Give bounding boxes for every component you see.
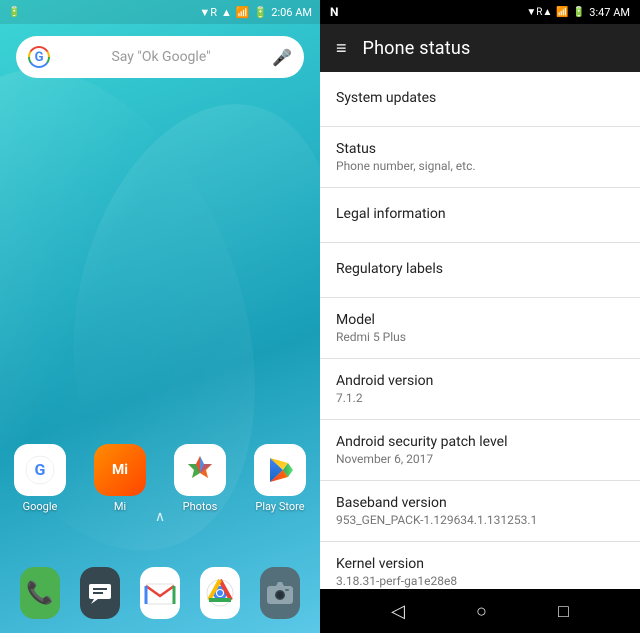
menu-icon[interactable]: ≡ (336, 38, 347, 59)
app-icon-photos[interactable]: Photos (174, 444, 226, 513)
right-status-right: ▼R▲ 📶 🔋 3:47 AM (526, 6, 630, 19)
right-status-left: N (330, 5, 338, 19)
settings-item-title: Regulatory labels (336, 261, 624, 277)
left-status-right: ▼R ▲ 📶 🔋 2:06 AM (199, 6, 312, 19)
settings-item-title: Status (336, 141, 624, 157)
settings-item-title: Kernel version (336, 556, 624, 572)
right-header: ≡ Phone status (320, 24, 640, 72)
app-icon-playstore[interactable]: Play Store (254, 444, 306, 513)
left-time: 2:06 AM (271, 6, 312, 19)
settings-item-subtitle: Phone number, signal, etc. (336, 159, 624, 173)
settings-list: System updates Status Phone number, sign… (320, 72, 640, 589)
bottom-dock: 📞 (0, 567, 320, 619)
app-label-google: Google (23, 500, 58, 513)
settings-item-model[interactable]: Model Redmi 5 Plus (320, 298, 640, 359)
settings-item-title: Model (336, 312, 624, 328)
right-signal-icon: ▼R▲ (526, 7, 552, 18)
dock-chrome[interactable] (200, 567, 240, 619)
dock-messages[interactable] (80, 567, 120, 619)
svg-text:G: G (35, 460, 46, 479)
app-grid: G Google Mi Mi Photos (0, 444, 320, 513)
app-label-photos: Photos (183, 500, 218, 513)
settings-item-legal-info[interactable]: Legal information (320, 188, 640, 243)
right-battery-icon: 🔋 (573, 7, 585, 18)
settings-item-subtitle: 3.18.31-perf-ga1e28e8 (336, 574, 624, 588)
dock-camera[interactable] (260, 567, 300, 619)
settings-item-subtitle: 7.1.2 (336, 391, 624, 405)
left-status-left: 🔋 (8, 7, 20, 18)
settings-item-subtitle: 953_GEN_PACK-1.129634.1.131253.1 (336, 513, 624, 527)
settings-item-regulatory-labels[interactable]: Regulatory labels (320, 243, 640, 298)
settings-item-title: Legal information (336, 206, 624, 222)
app-icon-google[interactable]: G Google (14, 444, 66, 513)
right-panel: N ▼R▲ 📶 🔋 3:47 AM ≡ Phone status System … (320, 0, 640, 633)
settings-item-subtitle: Redmi 5 Plus (336, 330, 624, 344)
search-bar[interactable]: G Say "Ok Google" 🎤 (16, 36, 304, 78)
settings-item-security-patch[interactable]: Android security patch level November 6,… (320, 420, 640, 481)
settings-item-title: Android security patch level (336, 434, 624, 450)
settings-item-android-version[interactable]: Android version 7.1.2 (320, 359, 640, 420)
notification-icon: N (330, 5, 338, 19)
search-placeholder[interactable]: Say "Ok Google" (58, 49, 264, 65)
page-title: Phone status (363, 38, 471, 59)
settings-item-kernel-version[interactable]: Kernel version 3.18.31-perf-ga1e28e8 (320, 542, 640, 589)
right-wifi-icon: 📶 (556, 7, 568, 18)
mi-inner: Mi (94, 444, 146, 496)
app-label-mi: Mi (114, 500, 126, 513)
left-battery-icon: 🔋 (8, 7, 20, 18)
right-status-bar: N ▼R▲ 📶 🔋 3:47 AM (320, 0, 640, 24)
settings-item-title: Android version (336, 373, 624, 389)
settings-item-baseband-version[interactable]: Baseband version 953_GEN_PACK-1.129634.1… (320, 481, 640, 542)
left-panel: 🔋 ▼R ▲ 📶 🔋 2:06 AM G Say "Ok Google" 🎤 ∧… (0, 0, 320, 633)
settings-item-status[interactable]: Status Phone number, signal, etc. (320, 127, 640, 188)
app-label-playstore: Play Store (255, 500, 304, 513)
nav-back-button[interactable]: ◁ (391, 601, 405, 622)
left-signal-icon: ▼R (199, 6, 217, 19)
left-wifi-icon: 📶 (236, 6, 250, 19)
nav-recents-button[interactable]: □ (558, 601, 569, 622)
right-nav-bar: ◁ ○ □ (320, 589, 640, 633)
dock-phone[interactable]: 📞 (20, 567, 60, 619)
settings-item-title: Baseband version (336, 495, 624, 511)
right-time: 3:47 AM (589, 6, 630, 19)
app-icon-mi[interactable]: Mi Mi (94, 444, 146, 513)
dock-gmail[interactable] (140, 567, 180, 619)
mic-icon[interactable]: 🎤 (272, 48, 292, 67)
settings-item-title: System updates (336, 90, 624, 106)
google-logo: G (28, 46, 50, 68)
left-battery-text-icon: 🔋 (254, 6, 268, 19)
left-status-bar: 🔋 ▼R ▲ 📶 🔋 2:06 AM (0, 0, 320, 24)
left-bars-icon: ▲ (221, 6, 232, 19)
nav-home-button[interactable]: ○ (476, 601, 487, 622)
settings-item-subtitle: November 6, 2017 (336, 452, 624, 466)
settings-item-system-updates[interactable]: System updates (320, 72, 640, 127)
